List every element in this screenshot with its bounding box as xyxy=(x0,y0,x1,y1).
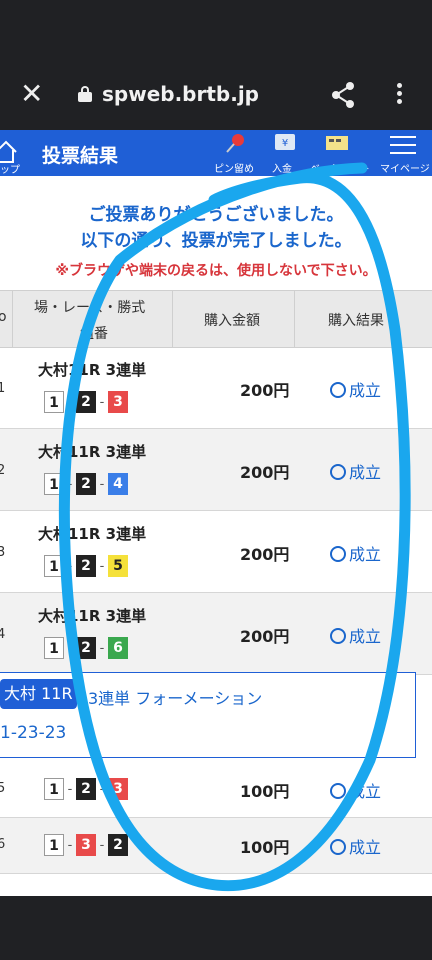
screen: ✕ spweb.brtb.jp ップ 投票結果 ピン留め ¥ 入金 ベットリスト xyxy=(0,0,432,960)
boat-number: 2 xyxy=(76,637,96,659)
pin-label[interactable]: ピン留め xyxy=(214,160,254,175)
combo: 1- 2- 3 xyxy=(44,778,128,800)
boat-number: 2 xyxy=(76,473,96,495)
thanks-message-2: 以下の通り、投票が完了しました。 xyxy=(80,231,352,251)
boat-number: 1 xyxy=(44,391,64,413)
result-content: ご投票ありがとうございました。 以下の通り、投票が完了しました。 ※ブラウザや端… xyxy=(0,176,432,896)
col-amount: 購入金額 xyxy=(204,313,260,329)
circle-icon xyxy=(330,546,346,562)
browser-top-bar: ✕ spweb.brtb.jp xyxy=(0,0,432,130)
ticket-icon[interactable] xyxy=(324,132,350,154)
deposit-label[interactable]: 入金 xyxy=(272,160,292,175)
formation-combo: 1-23-23 xyxy=(0,723,67,743)
boat-number: 5 xyxy=(108,555,128,577)
url-text[interactable]: spweb.brtb.jp xyxy=(102,82,259,106)
race-label: 大村11R 3連単 xyxy=(38,525,147,543)
circle-icon xyxy=(330,783,346,799)
site-header: ップ 投票結果 ピン留め ¥ 入金 ベットリスト マイページ xyxy=(0,130,432,176)
row-no: 6 xyxy=(0,837,6,852)
formation-block: 大村 11R 3連単 フォーメーション 1-23-23 xyxy=(0,672,416,758)
result-text: 成立 xyxy=(349,627,382,646)
circle-icon xyxy=(330,464,346,480)
col-combo: 組番 xyxy=(80,326,108,342)
warning-message: ※ブラウザや端末の戻るは、使用しないで下さい。 xyxy=(55,263,377,279)
boat-number: 2 xyxy=(76,555,96,577)
share-icon[interactable] xyxy=(328,80,358,110)
boat-number: 1 xyxy=(44,834,64,856)
amount: 100円 xyxy=(240,782,290,801)
col-no: o xyxy=(0,309,7,325)
lock-icon xyxy=(78,86,92,102)
row-no: 2 xyxy=(0,463,6,478)
circle-icon xyxy=(330,628,346,644)
result-text: 成立 xyxy=(349,381,382,400)
table-row: 3 大村11R 3連単 1- 2- 5 200円 成立 xyxy=(0,511,432,593)
close-icon[interactable]: ✕ xyxy=(20,78,43,110)
boat-number: 3 xyxy=(108,391,128,413)
boat-number: 2 xyxy=(108,834,128,856)
url-bar[interactable]: ✕ spweb.brtb.jp xyxy=(0,70,432,120)
deposit-icon[interactable]: ¥ xyxy=(272,132,298,154)
mypage-label[interactable]: マイページ xyxy=(380,160,430,175)
row-no: 4 xyxy=(0,627,6,642)
col-result: 購入結果 xyxy=(328,313,384,329)
system-nav-bar xyxy=(0,896,432,960)
pin-icon[interactable] xyxy=(222,132,248,154)
row-no: 5 xyxy=(0,781,6,796)
home-label[interactable]: ップ xyxy=(0,161,20,176)
combo: 1- 2- 6 xyxy=(44,637,128,659)
formation-type: 3連単 フォーメーション xyxy=(88,689,263,708)
result-status: 成立 xyxy=(330,834,381,858)
race-badge: 大村 11R xyxy=(0,679,77,709)
result-status: 成立 xyxy=(330,377,381,401)
boat-number: 6 xyxy=(108,637,128,659)
betlist-label[interactable]: ベットリスト xyxy=(310,160,370,175)
result-status: 成立 xyxy=(330,623,381,647)
race-label: 大村11R 3連単 xyxy=(38,443,147,461)
table-row: 4 大村11R 3連単 1- 2- 6 200円 成立 xyxy=(0,593,432,675)
boat-number: 1 xyxy=(44,637,64,659)
result-status: 成立 xyxy=(330,541,381,565)
thanks-message-1: ご投票ありがとうございました。 xyxy=(88,205,344,225)
table-row: 1 大村11R 3連単 1- 2- 3 200円 成立 xyxy=(0,347,432,429)
boat-number: 2 xyxy=(76,778,96,800)
table-row: 5 1- 2- 3 100円 成立 xyxy=(0,762,432,818)
table-row: 6 1- 3- 2 100円 成立 xyxy=(0,818,432,874)
boat-number: 1 xyxy=(44,473,64,495)
combo: 1- 3- 2 xyxy=(44,834,128,856)
amount: 200円 xyxy=(240,463,290,482)
result-text: 成立 xyxy=(349,782,382,801)
svg-text:¥: ¥ xyxy=(282,138,288,149)
result-text: 成立 xyxy=(349,463,382,482)
result-status: 成立 xyxy=(330,459,381,483)
hamburger-menu-icon[interactable] xyxy=(390,136,416,156)
result-status: 成立 xyxy=(330,778,381,802)
boat-number: 1 xyxy=(44,555,64,577)
boat-number: 1 xyxy=(44,778,64,800)
circle-icon xyxy=(330,839,346,855)
page-title: 投票結果 xyxy=(42,145,119,167)
result-text: 成立 xyxy=(349,838,382,857)
more-options-icon[interactable] xyxy=(394,80,404,110)
boat-number: 4 xyxy=(108,473,128,495)
combo: 1- 2- 3 xyxy=(44,391,128,413)
amount: 200円 xyxy=(240,627,290,646)
table-header: o 場・レース・勝式 組番 購入金額 購入結果 xyxy=(0,290,432,348)
row-no: 1 xyxy=(0,381,6,396)
boat-number: 3 xyxy=(108,778,128,800)
result-text: 成立 xyxy=(349,545,382,564)
row-no: 3 xyxy=(0,545,6,560)
amount: 100円 xyxy=(240,838,290,857)
col-race: 場・レース・勝式 xyxy=(34,300,146,316)
combo: 1- 2- 4 xyxy=(44,473,128,495)
amount: 200円 xyxy=(240,545,290,564)
race-label: 大村11R 3連単 xyxy=(38,607,147,625)
boat-number: 3 xyxy=(76,834,96,856)
boat-number: 2 xyxy=(76,391,96,413)
amount: 200円 xyxy=(240,381,290,400)
combo: 1- 2- 5 xyxy=(44,555,128,577)
table-row: 2 大村11R 3連単 1- 2- 4 200円 成立 xyxy=(0,429,432,511)
race-label: 大村11R 3連単 xyxy=(38,361,147,379)
circle-icon xyxy=(330,382,346,398)
